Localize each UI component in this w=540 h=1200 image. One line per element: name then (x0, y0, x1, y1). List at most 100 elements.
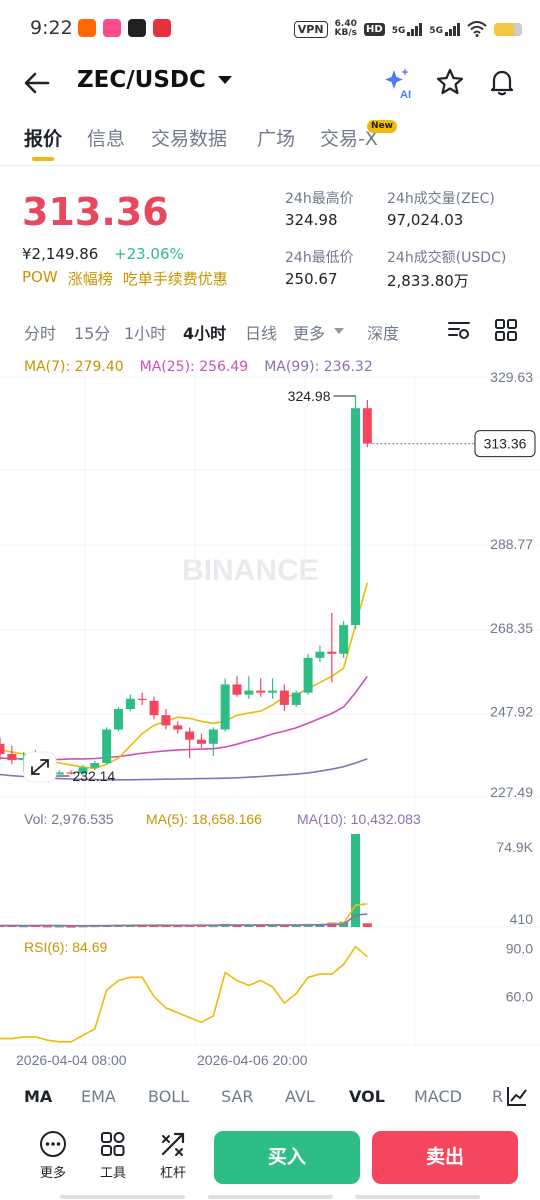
vol-ma5-line (0, 903, 368, 927)
rsi-legend: RSI(6): 84.69 (24, 939, 107, 955)
indicator-ema[interactable]: EMA (81, 1087, 116, 1106)
candle-body-9 (102, 729, 112, 764)
indicator-boll[interactable]: BOLL (148, 1087, 189, 1106)
candle-body-23 (268, 690, 278, 693)
candle-body-31 (362, 408, 372, 444)
indicator-sar[interactable]: SAR (221, 1087, 254, 1106)
last-price-tag-label: 313.36 (484, 436, 527, 452)
sell-button[interactable]: 卖出 (372, 1131, 518, 1184)
rsi-axis-label-1: 60.0 (506, 989, 533, 1005)
pair-dropdown-caret-icon[interactable] (218, 76, 232, 84)
rsi-line (0, 945, 368, 1043)
favorite-star-icon[interactable] (435, 67, 465, 97)
ai-label: AI (400, 89, 411, 100)
amount-24h-label: 24h成交额(USDC) (387, 250, 507, 266)
indicator-tabs: MA EMA BOLL SAR AVL VOL MACD R (0, 1080, 540, 1116)
pair-header: ZEC/USDC AI (0, 60, 540, 104)
more-label: 更多 (39, 1166, 66, 1181)
more-button[interactable]: 更多 (31, 1130, 75, 1181)
interval-selector: 分时 15分 1小时 4小时 日线 更多 深度 (0, 318, 540, 348)
low-24h-value: 250.67 (285, 270, 338, 288)
taobao-app-icon (78, 19, 96, 37)
vol-ma5-legend: MA(5): 18,658.166 (146, 811, 262, 827)
tab-trading-data[interactable]: 交易数据 (151, 124, 227, 151)
tab-square[interactable]: 广场 (257, 124, 295, 151)
amount-24h-value: 2,833.80万 (387, 272, 469, 290)
high-24h-label: 24h最高价 (285, 191, 354, 207)
status-app-icons (78, 19, 171, 37)
gesture-bar (60, 1195, 480, 1199)
volume-bar-31 (362, 923, 372, 927)
candle-body-24 (279, 690, 289, 705)
volume-axis-max: 74.9K (496, 839, 533, 855)
time-label-0: 2026-04-04 08:00 (16, 1052, 127, 1068)
pair-title[interactable]: ZEC/USDC (77, 67, 206, 93)
indicator-ma[interactable]: MA (24, 1087, 52, 1106)
candle-body-28 (327, 651, 337, 654)
tag-pow[interactable]: POW (22, 268, 58, 289)
candle-body-0 (0, 743, 5, 755)
tag-gainers[interactable]: 涨幅榜 (68, 268, 113, 289)
price-axis-label-4: 227.49 (490, 784, 533, 800)
indicator-macd[interactable]: MACD (414, 1087, 462, 1106)
candle-body-12 (137, 698, 147, 700)
new-badge: New (367, 120, 397, 133)
status-bar: 9:22 VPN 6.40 KB/s HD 5G 5G (0, 0, 540, 60)
tab-info[interactable]: 信息 (87, 124, 125, 151)
price-tags: POW 涨幅榜 吃单手续费优惠 (22, 268, 228, 289)
interval-depth[interactable]: 深度 (367, 320, 399, 344)
tag-taker-fee-discount[interactable]: 吃单手续费优惠 (123, 268, 228, 289)
low-24h-label: 24h最低价 (285, 250, 354, 266)
leverage-icon (161, 1132, 185, 1156)
candle-body-15 (173, 725, 183, 730)
volume-24h-label: 24h成交量(ZEC) (387, 191, 495, 207)
candle-body-19 (220, 684, 230, 730)
interval-1h[interactable]: 1小时 (124, 320, 166, 344)
indicator-avl[interactable]: AVL (285, 1087, 315, 1106)
binance-watermark: BINANCE (182, 554, 319, 587)
kline-chart[interactable]: BINANCE 329.63 288.77 268.35 247.92 227.49 32… (0, 352, 540, 1072)
candle-body-13 (149, 700, 159, 716)
chart-settings-icon[interactable] (447, 318, 471, 342)
interval-15m[interactable]: 15分 (74, 320, 110, 344)
interval-more[interactable]: 更多 (293, 320, 325, 344)
bell-icon[interactable] (487, 67, 517, 97)
pdd-app-icon (153, 19, 171, 37)
tools-icon (101, 1132, 125, 1156)
price-axis-label-3: 247.92 (490, 703, 533, 719)
candle-body-17 (196, 739, 206, 744)
leverage-button[interactable]: 杠杆 (151, 1130, 195, 1181)
volume-bar-30 (351, 834, 360, 927)
tab-quote[interactable]: 报价 (24, 124, 62, 151)
price-cny: ¥2,149.86 (22, 245, 99, 263)
vol-ma10-legend: MA(10): 10,432.083 (297, 811, 421, 827)
buy-button[interactable]: 买入 (214, 1131, 360, 1184)
volume-24h-value: 97,024.03 (387, 211, 464, 229)
ma7-legend: MA(7): 279.40 (24, 359, 124, 375)
interval-timeline[interactable]: 分时 (24, 320, 56, 344)
candle-body-29 (339, 625, 349, 654)
price-axis-label-1: 288.77 (490, 536, 533, 552)
leverage-label: 杠杆 (159, 1166, 186, 1181)
candle-body-11 (125, 698, 135, 710)
candle-body-21 (244, 690, 254, 695)
fullscreen-expand-icon[interactable] (23, 751, 57, 783)
interval-4h[interactable]: 4小时 (183, 320, 226, 344)
active-tab-indicator (32, 157, 54, 161)
candle-body-18 (208, 729, 218, 744)
indicator-vol[interactable]: VOL (349, 1087, 385, 1106)
interval-1d[interactable]: 日线 (245, 320, 277, 344)
network-speed: 6.40 KB/s (335, 20, 357, 38)
ai-assistant-icon[interactable]: AI (381, 66, 415, 100)
more-dots-icon (40, 1131, 66, 1157)
price-axis-label-0: 329.63 (490, 369, 533, 385)
back-arrow-icon[interactable] (22, 68, 52, 98)
more-caret-icon[interactable] (334, 328, 344, 334)
drawing-tools-icon[interactable] (505, 1084, 529, 1108)
tools-button[interactable]: 工具 (91, 1130, 135, 1181)
high-24h-value: 324.98 (285, 211, 338, 229)
price-axis-label-2: 268.35 (490, 620, 533, 636)
candle-body-16 (185, 731, 195, 740)
layout-grid-icon[interactable] (494, 318, 518, 342)
indicator-rsi[interactable]: R (492, 1087, 503, 1106)
